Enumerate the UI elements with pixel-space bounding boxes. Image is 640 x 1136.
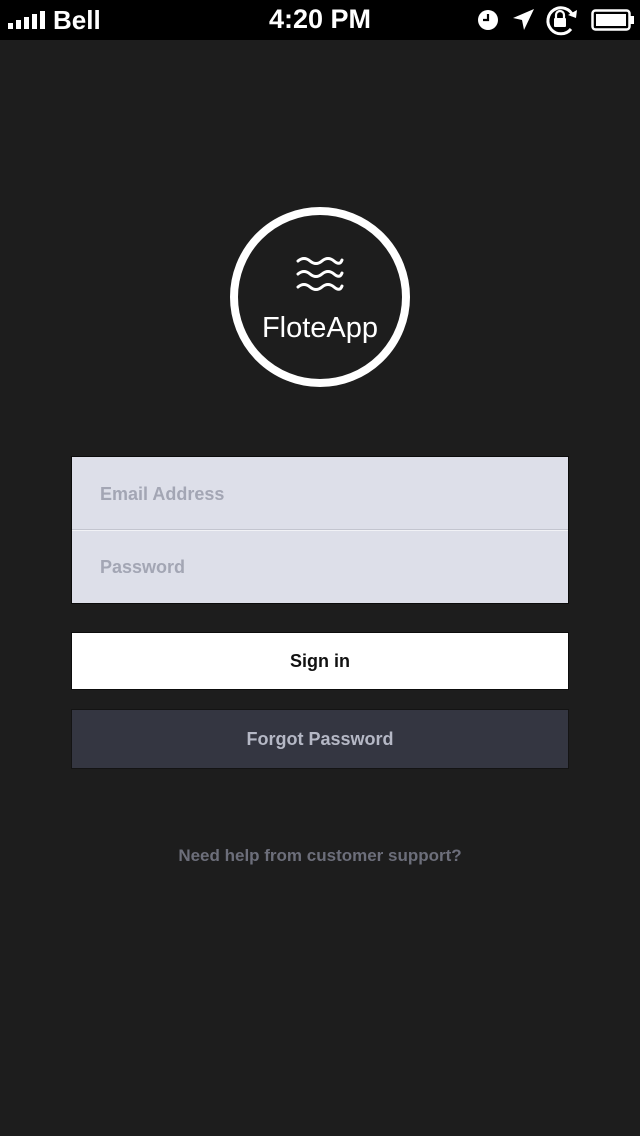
app-logo: FloteApp bbox=[230, 207, 410, 387]
app-name: FloteApp bbox=[261, 312, 379, 344]
alarm-icon bbox=[478, 10, 498, 30]
status-bar: Bell 4:20 PM bbox=[0, 0, 640, 40]
sign-in-button[interactable]: Sign in bbox=[71, 632, 569, 690]
customer-support-link[interactable]: Need help from customer support? bbox=[0, 845, 640, 867]
login-form bbox=[71, 456, 569, 604]
login-screen: Bell 4:20 PM FloteApp Email Address Sign… bbox=[0, 0, 640, 1136]
rotation-lock-icon bbox=[546, 6, 577, 36]
waves-icon bbox=[296, 257, 344, 291]
forgot-password-button[interactable]: Forgot Password bbox=[71, 709, 569, 769]
email-field[interactable] bbox=[72, 458, 568, 530]
location-icon bbox=[513, 9, 534, 30]
password-field[interactable] bbox=[72, 531, 568, 603]
battery-icon bbox=[591, 9, 634, 31]
